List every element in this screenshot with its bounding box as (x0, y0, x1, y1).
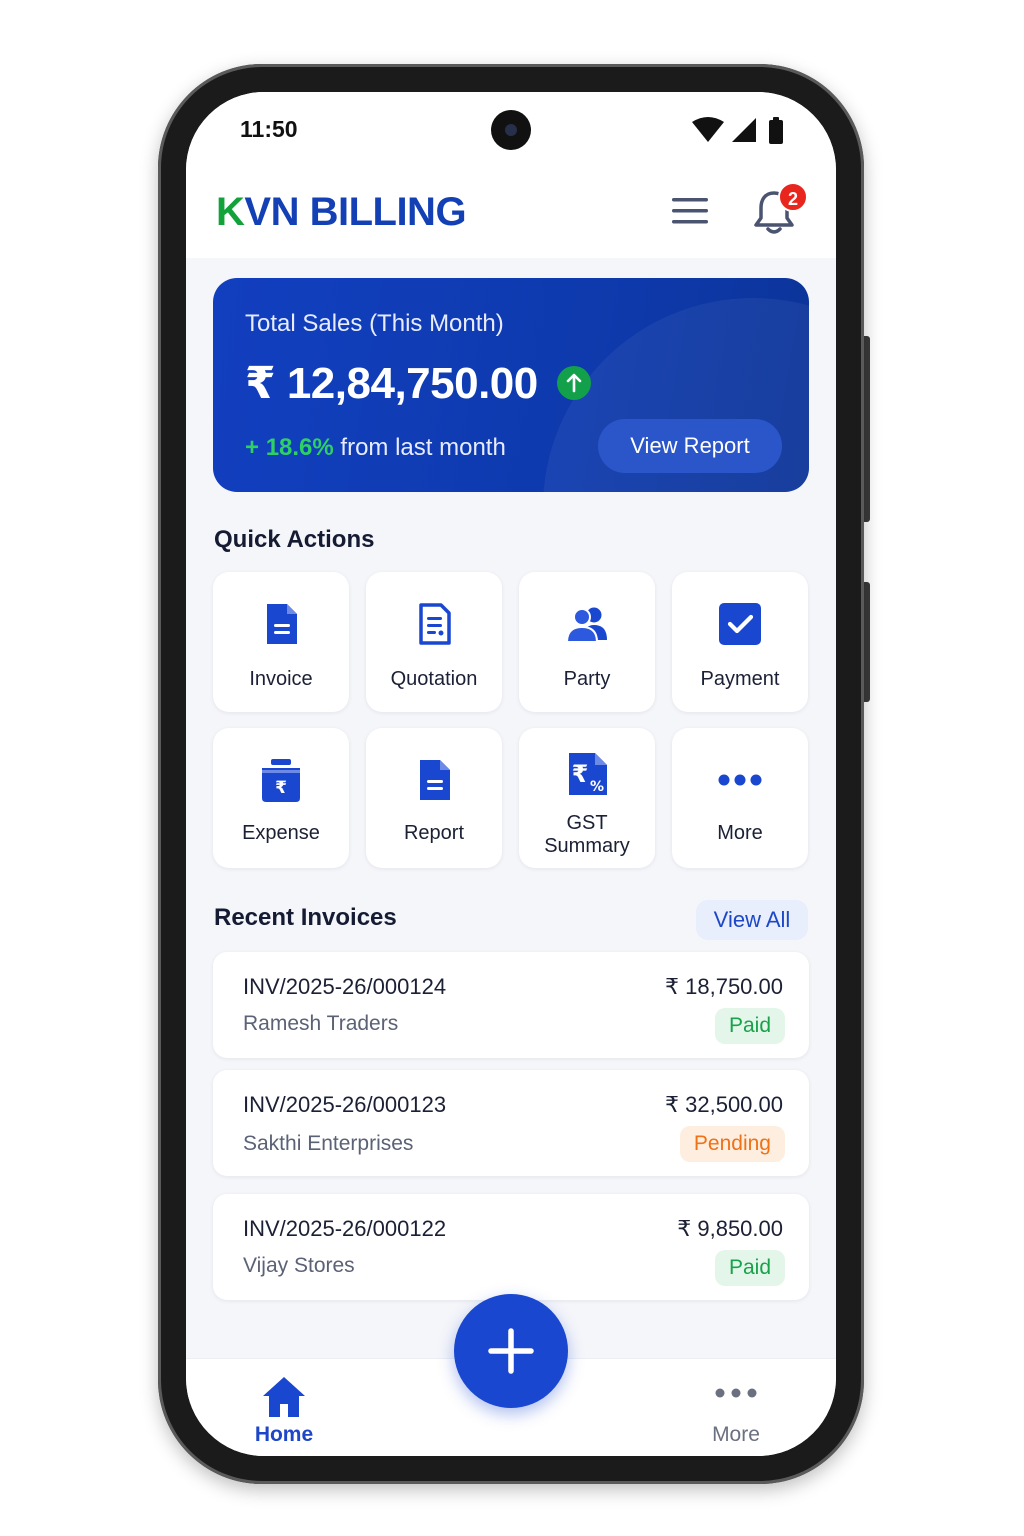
quick-action-label: More (717, 822, 763, 844)
system-icons (692, 117, 783, 144)
quick-action-label: Party (563, 668, 611, 690)
view-all-button[interactable]: View All (696, 900, 808, 940)
quick-action-quotation[interactable]: Quotation (366, 572, 502, 712)
screen: 11:50 KVN BILLING 2 Total Sales (This Mo… (186, 92, 836, 1456)
invoice-party: Ramesh Traders (243, 1012, 399, 1035)
invoice-row[interactable]: INV/2025-26/000124 Ramesh Traders ₹ 18,7… (213, 952, 809, 1058)
payment-icon (719, 603, 761, 645)
nav-more-label: More (712, 1423, 760, 1446)
status-badge: Paid (714, 1250, 785, 1286)
quick-action-payment[interactable]: Payment (672, 572, 808, 712)
quick-action-report[interactable]: Report (366, 728, 502, 868)
svg-text:₹: ₹ (275, 778, 287, 798)
invoice-row[interactable]: INV/2025-26/000123 Sakthi Enterprises ₹ … (213, 1070, 809, 1176)
quick-action-invoice[interactable]: Invoice (213, 572, 349, 712)
quotation-icon (419, 603, 451, 645)
invoice-number: INV/2025-26/000123 (243, 1092, 447, 1117)
invoice-amount: ₹ 32,500.00 (665, 1092, 783, 1117)
wifi-icon (692, 117, 724, 142)
front-camera (491, 110, 531, 150)
quick-action-label: Report (403, 822, 465, 844)
quick-action-label: Invoice (249, 668, 313, 690)
quick-action-label-line2: Summary (544, 835, 630, 857)
status-badge: Pending (679, 1126, 785, 1162)
invoice-number: INV/2025-26/000122 (243, 1216, 447, 1241)
quick-actions-title: Quick Actions (214, 526, 375, 553)
sales-title: Total Sales (This Month) (245, 310, 504, 337)
report-icon (420, 760, 450, 800)
volume-button (864, 582, 870, 702)
quick-action-more[interactable]: More (672, 728, 808, 868)
sales-amount: ₹ 12,84,750.00 (245, 359, 538, 408)
quick-action-label: Expense (242, 822, 320, 844)
quick-action-label: GST (566, 812, 608, 834)
status-bar: 11:50 (186, 92, 836, 162)
recent-invoices-title: Recent Invoices (214, 904, 397, 931)
nav-home[interactable]: Home (234, 1369, 334, 1453)
invoice-number: INV/2025-26/000124 (243, 974, 447, 999)
invoice-icon (267, 604, 297, 644)
plus-icon (488, 1328, 534, 1374)
total-sales-card: Total Sales (This Month) ₹ 12,84,750.00 … (213, 278, 809, 492)
gst-icon: ₹ % (569, 753, 607, 795)
invoice-amount: ₹ 18,750.00 (665, 974, 783, 999)
quick-action-party[interactable]: Party (519, 572, 655, 712)
view-report-button[interactable]: View Report (598, 419, 782, 473)
battery-icon (769, 117, 783, 144)
quick-action-expense[interactable]: ₹ Expense (213, 728, 349, 868)
nav-more[interactable]: More (686, 1369, 786, 1453)
status-time: 11:50 (240, 116, 298, 142)
signal-icon (732, 118, 756, 142)
power-button (864, 336, 870, 522)
arrow-up-icon (557, 366, 591, 400)
quick-action-label: Quotation (390, 668, 478, 690)
nav-home-label: Home (254, 1423, 314, 1446)
more-icon (718, 774, 762, 786)
invoice-row[interactable]: INV/2025-26/000122 Vijay Stores ₹ 9,850.… (213, 1194, 809, 1300)
party-icon (565, 607, 607, 643)
svg-text:₹: ₹ (572, 760, 589, 788)
add-button[interactable] (454, 1294, 568, 1408)
app-bar: KVN BILLING 2 (186, 162, 836, 258)
sales-growth: + 18.6% from last month (245, 434, 506, 461)
invoice-amount: ₹ 9,850.00 (677, 1216, 783, 1241)
quick-action-gst-summary[interactable]: ₹ % GST Summary (519, 728, 655, 868)
menu-icon[interactable] (670, 194, 710, 228)
growth-percent: 18.6% (265, 434, 334, 461)
svg-text:%: % (590, 779, 604, 795)
quick-action-label: Payment (700, 668, 780, 690)
expense-icon: ₹ (262, 759, 300, 802)
invoice-party: Vijay Stores (243, 1254, 355, 1277)
more-dots-icon (715, 1388, 757, 1398)
phone-frame: 11:50 KVN BILLING 2 Total Sales (This Mo… (158, 64, 864, 1484)
status-badge: Paid (714, 1008, 785, 1044)
app-logo: KVN BILLING (216, 190, 467, 234)
home-icon (263, 1377, 305, 1417)
notification-badge: 2 (778, 182, 808, 212)
invoice-party: Sakthi Enterprises (243, 1132, 414, 1155)
